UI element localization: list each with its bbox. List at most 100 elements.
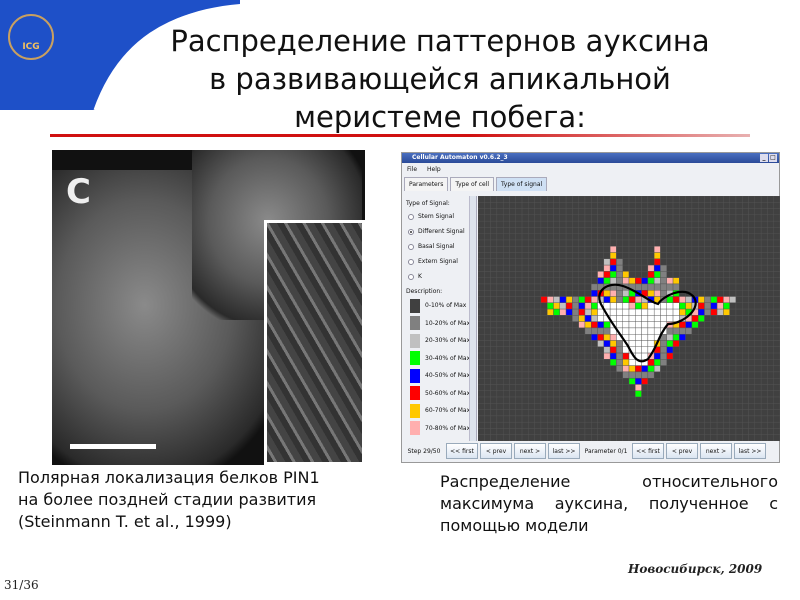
step-last-button[interactable]: last >> (548, 443, 580, 459)
grid-cell (559, 384, 567, 391)
radio-icon[interactable] (408, 273, 414, 280)
grid-cell (572, 208, 579, 216)
grid-cell (528, 233, 535, 241)
menu-help[interactable]: Help (427, 163, 441, 176)
step-first-button[interactable]: << first (446, 443, 478, 459)
grid-cell (647, 252, 655, 260)
radio-icon[interactable] (408, 243, 414, 250)
grid-cell (716, 352, 724, 360)
grid-cell (572, 352, 579, 360)
grid-cell (616, 258, 623, 266)
radio-icon[interactable] (408, 258, 414, 265)
grid-cell (547, 308, 554, 316)
grid-cell (502, 396, 510, 404)
grid-cell (742, 321, 749, 329)
grid-cell (672, 371, 680, 379)
grid-cell (754, 384, 762, 391)
param-first-button[interactable]: << first (632, 443, 664, 459)
grid-cell (477, 327, 485, 335)
signal-radio[interactable]: Basal Signal (403, 239, 476, 254)
grid-cell (559, 390, 567, 398)
grid-cell (496, 290, 504, 297)
grid-cell (490, 365, 498, 373)
radio-icon[interactable] (408, 213, 414, 220)
signal-radio[interactable]: Different Signal (403, 224, 476, 239)
grid-cell (616, 384, 623, 391)
grid-cell (603, 384, 611, 391)
grid-cell (584, 396, 592, 404)
grid-cell (547, 403, 554, 410)
maximize-button[interactable]: □ (769, 154, 777, 162)
grid-cell (647, 290, 655, 297)
grid-cell (528, 384, 535, 391)
grid-cell (666, 233, 674, 241)
grid-cell (502, 327, 510, 335)
grid-cell (641, 283, 649, 291)
grid-cell (754, 246, 762, 253)
grid-cell (515, 340, 523, 347)
grid-cell (534, 264, 542, 272)
grid-cell (502, 239, 510, 247)
param-last-button[interactable]: last >> (734, 443, 766, 459)
grid-cell (484, 334, 491, 341)
grid-cell (635, 239, 642, 247)
grid-cell (597, 359, 605, 366)
grid-cell (477, 384, 485, 391)
grid-cell (616, 365, 623, 373)
grid-cell (742, 390, 749, 398)
tab-type-of-cell[interactable]: Type of cell (450, 177, 495, 191)
panel-scrollbar[interactable] (469, 196, 476, 441)
grid-cell (710, 252, 718, 260)
grid-cell (477, 359, 485, 366)
grid-cell (578, 239, 586, 247)
grid-cell (584, 365, 592, 373)
grid-cell (565, 271, 573, 278)
step-prev-button[interactable]: < prev (480, 443, 512, 459)
radio-icon[interactable] (408, 228, 414, 235)
grid-cell (547, 302, 554, 310)
grid-cell (603, 302, 611, 310)
signal-radio[interactable]: K (403, 269, 476, 284)
grid-cell (723, 359, 730, 366)
grid-cell (591, 233, 598, 241)
grid-cell (559, 415, 567, 423)
grid-cell (521, 208, 529, 216)
menu-file[interactable]: File (407, 163, 417, 176)
grid-cell (773, 346, 781, 354)
grid-cell (660, 246, 667, 253)
grid-cell (502, 371, 510, 379)
grid-cell (641, 233, 649, 241)
signal-radio[interactable]: Stem Signal (403, 209, 476, 224)
grid-cell (710, 308, 718, 316)
grid-cell (716, 377, 724, 385)
param-next-button[interactable]: next > (700, 443, 732, 459)
grid-cell (716, 340, 724, 347)
minimize-button[interactable]: _ (760, 154, 768, 162)
grid-cell (641, 239, 649, 247)
param-prev-button[interactable]: < prev (666, 443, 698, 459)
grid-cell (710, 302, 718, 310)
grid-cell (691, 227, 699, 234)
grid-cell (704, 202, 711, 209)
grid-cell (685, 321, 693, 329)
grid-cell (647, 271, 655, 278)
signal-radio[interactable]: Extern Signal (403, 254, 476, 269)
grid-cell (685, 239, 693, 247)
grid-cell (672, 264, 680, 272)
grid-cell (647, 359, 655, 366)
grid-cell (754, 308, 762, 316)
tab-type-of-signal[interactable]: Type of signal (496, 177, 548, 191)
grid-cell (666, 334, 674, 341)
grid-cell (679, 334, 686, 341)
tab-parameters[interactable]: Parameters (404, 177, 449, 191)
grid-cell (653, 246, 661, 253)
grid-cell (641, 321, 649, 329)
grid-cell (704, 233, 711, 241)
grid-cell (591, 283, 598, 291)
grid-cell (748, 277, 756, 285)
step-next-button[interactable]: next > (514, 443, 546, 459)
cell-grid[interactable] (477, 195, 781, 442)
grid-cell (704, 403, 711, 410)
grid-cell (635, 308, 642, 316)
grid-cell (496, 421, 504, 429)
